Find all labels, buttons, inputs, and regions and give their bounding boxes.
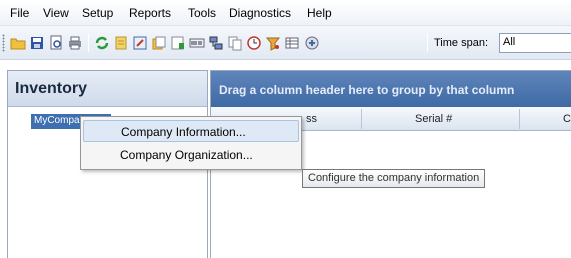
menu-bar: File View Setup Reports Tools Diagnostic… — [0, 0, 571, 26]
report-icon[interactable] — [170, 35, 186, 51]
filter-icon[interactable] — [265, 35, 281, 51]
menu-tools[interactable]: Tools — [188, 6, 216, 20]
copy-icon[interactable] — [227, 35, 243, 51]
menu-file[interactable]: File — [10, 6, 29, 20]
table-icon[interactable] — [284, 35, 300, 51]
save-icon[interactable] — [29, 35, 45, 51]
tooltip: Configure the company information — [302, 169, 486, 188]
menu-setup[interactable]: Setup — [82, 6, 113, 20]
tool-icon[interactable] — [304, 35, 320, 51]
clock-icon[interactable] — [246, 35, 262, 51]
serial-icon[interactable] — [189, 35, 205, 51]
toolbar: Time span: All — [0, 26, 571, 60]
group-by-bar[interactable]: Drag a column header here to group by th… — [211, 71, 571, 107]
menu-diagnostics[interactable]: Diagnostics — [229, 6, 291, 20]
toolbar-grip[interactable] — [2, 34, 5, 52]
menu-reports[interactable]: Reports — [129, 6, 171, 20]
menu-help[interactable]: Help — [307, 6, 332, 20]
time-span-label: Time span: — [434, 37, 489, 49]
menu-item-company-information[interactable]: Company Information... — [83, 120, 299, 142]
column-header-c[interactable]: C — [563, 113, 571, 125]
column-header-serial[interactable]: Serial # — [415, 113, 452, 125]
inventory-title: Inventory — [8, 71, 207, 107]
menu-view[interactable]: View — [43, 6, 69, 20]
menu-item-company-organization[interactable]: Company Organization... — [83, 144, 299, 166]
refresh-icon[interactable] — [94, 35, 110, 51]
edit-icon[interactable] — [132, 35, 148, 51]
notes-icon[interactable] — [113, 35, 129, 51]
time-span-select[interactable]: All — [499, 33, 571, 53]
print-preview-icon[interactable] — [48, 35, 64, 51]
column-header-address[interactable]: ss — [306, 113, 317, 125]
open-folder-icon[interactable] — [10, 35, 26, 51]
print-icon[interactable] — [67, 35, 83, 51]
context-menu: Company Information... Company Organizat… — [80, 116, 302, 170]
documents-icon[interactable] — [151, 35, 167, 51]
network-icon[interactable] — [208, 35, 224, 51]
